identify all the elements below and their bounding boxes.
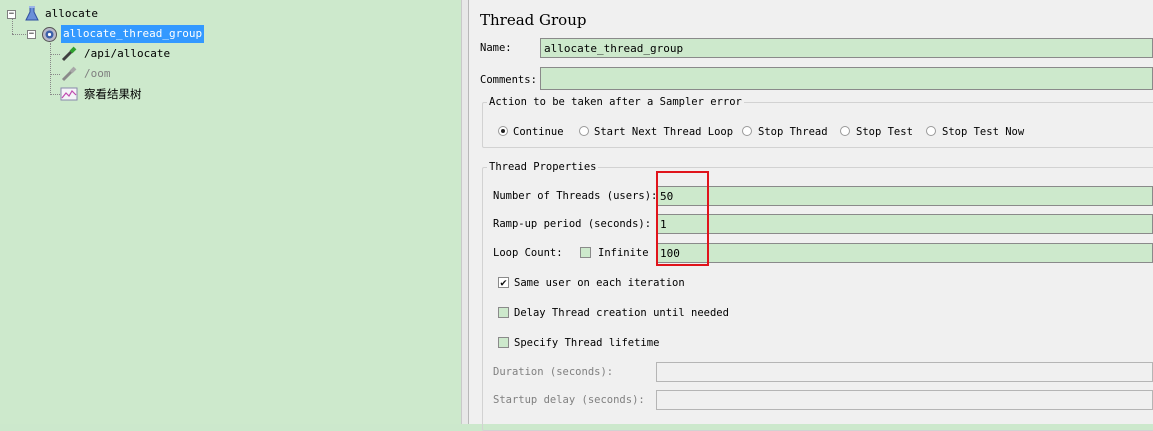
sampler-pipette-icon: [61, 46, 77, 62]
radio-stop-thread[interactable]: [742, 126, 752, 136]
collapse-toggle-icon[interactable]: −: [27, 30, 36, 39]
same-user-label[interactable]: Same user on each iteration: [514, 277, 685, 289]
name-label: Name:: [480, 42, 512, 54]
sampler-error-group: Action to be taken after a Sampler error: [482, 96, 1153, 148]
infinite-label[interactable]: Infinite: [598, 247, 649, 259]
sampler-error-legend: Action to be taken after a Sampler error: [489, 96, 742, 108]
test-plan-tree[interactable]: − allocate − allocate_thread_group /api/…: [0, 0, 461, 424]
tree-connector: [50, 74, 60, 75]
thread-properties-legend: Thread Properties: [489, 161, 597, 173]
radio-start-next-thread-loop[interactable]: [579, 126, 589, 136]
test-plan-flask-icon: [25, 6, 39, 21]
delay-creation-checkbox[interactable]: [498, 307, 509, 318]
tree-connector: [50, 43, 51, 95]
tree-connector: [12, 18, 13, 34]
tree-node-label[interactable]: allocate_thread_group: [61, 25, 205, 43]
page-title: Thread Group: [480, 11, 587, 29]
delay-creation-label[interactable]: Delay Thread creation until needed: [514, 307, 729, 319]
tree-connector: [50, 94, 60, 95]
duration-field[interactable]: [656, 362, 1153, 382]
radio-stop-test-now[interactable]: [926, 126, 936, 136]
tree-connector: [50, 54, 60, 55]
infinite-checkbox[interactable]: [580, 247, 591, 258]
rampup-field[interactable]: [656, 214, 1153, 234]
duration-label: Duration (seconds):: [493, 366, 614, 378]
thread-group-gear-icon: [42, 27, 57, 42]
pane-splitter[interactable]: [461, 0, 469, 424]
radio-stop-thread-label[interactable]: Stop Thread: [758, 126, 828, 138]
startup-delay-field[interactable]: [656, 390, 1153, 410]
tree-node-label[interactable]: allocate: [43, 5, 100, 23]
results-tree-chart-icon: [60, 87, 78, 101]
thread-lifetime-checkbox[interactable]: [498, 337, 509, 348]
thread-lifetime-label[interactable]: Specify Thread lifetime: [514, 337, 659, 349]
threads-field[interactable]: [656, 186, 1153, 206]
radio-stop-test-label[interactable]: Stop Test: [856, 126, 913, 138]
comments-field[interactable]: [540, 67, 1153, 90]
tree-node-label[interactable]: /oom: [82, 65, 113, 83]
sampler-pipette-disabled-icon: [61, 66, 77, 82]
startup-delay-label: Startup delay (seconds):: [493, 394, 645, 406]
annotation-highlight-box: [656, 171, 709, 266]
radio-start-next-thread-loop-label[interactable]: Start Next Thread Loop: [594, 126, 733, 138]
loop-count-field[interactable]: [656, 243, 1153, 263]
comments-label: Comments:: [480, 74, 537, 86]
tree-node-label[interactable]: 察看结果树: [82, 85, 144, 103]
rampup-label: Ramp-up period (seconds):: [493, 218, 652, 230]
loop-count-label: Loop Count:: [493, 247, 563, 259]
name-field[interactable]: [540, 38, 1153, 58]
tree-node-label[interactable]: /api/allocate: [82, 45, 172, 63]
thread-group-editor: Thread Group Name: Comments: Action to b…: [469, 0, 1153, 431]
radio-stop-test-now-label[interactable]: Stop Test Now: [942, 126, 1024, 138]
same-user-checkbox[interactable]: ✔: [498, 277, 509, 288]
radio-stop-test[interactable]: [840, 126, 850, 136]
collapse-toggle-icon[interactable]: −: [7, 10, 16, 19]
radio-continue[interactable]: [498, 126, 508, 136]
threads-label: Number of Threads (users):: [493, 190, 658, 202]
radio-continue-label[interactable]: Continue: [513, 126, 564, 138]
